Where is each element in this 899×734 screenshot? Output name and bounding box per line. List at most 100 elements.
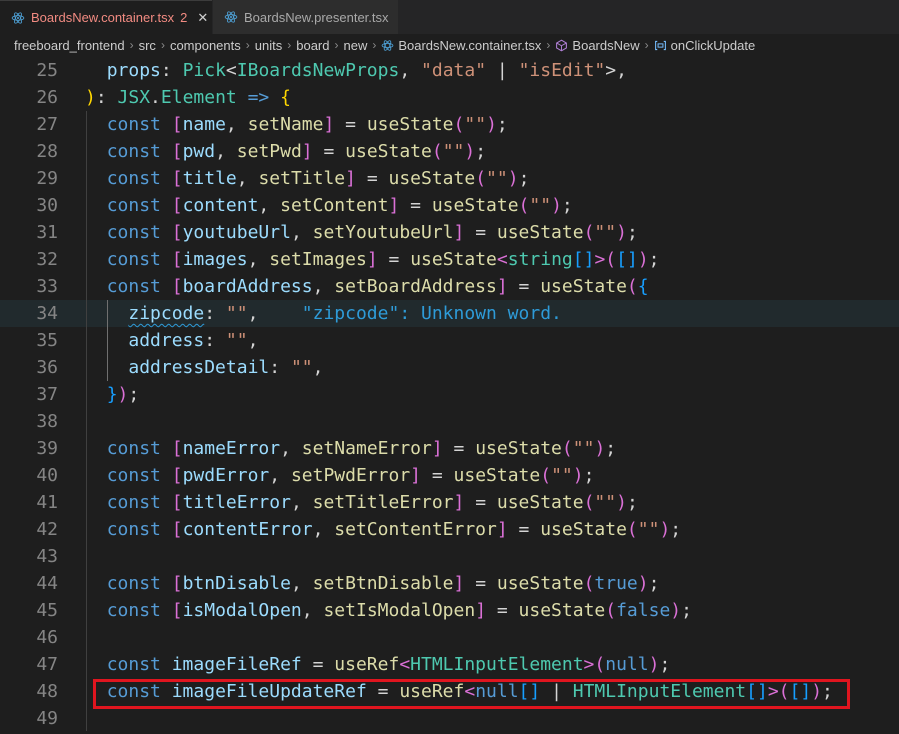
code-line[interactable]: 41 const [titleError, setTitleError] = u…	[0, 489, 899, 516]
code-text: const [isModalOpen, setIsModalOpen] = us…	[106, 600, 692, 621]
line-number: 27	[36, 114, 58, 135]
line-number: 26	[36, 87, 58, 108]
code-line[interactable]: 26 ): JSX.Element => {	[0, 84, 899, 111]
breadcrumb-item-component[interactable]: BoardsNew	[572, 38, 639, 53]
line-number: 25	[36, 60, 58, 81]
code-text: const [youtubeUrl, setYoutubeUrl] = useS…	[106, 222, 638, 243]
code-line[interactable]: 49	[0, 705, 899, 732]
code-line[interactable]: 30 const [content, setContent] = useStat…	[0, 192, 899, 219]
line-number: 47	[36, 654, 58, 675]
line-number: 34	[36, 303, 58, 324]
breadcrumb-item[interactable]: new	[343, 38, 367, 53]
breadcrumb-item[interactable]: freeboard_frontend	[14, 38, 125, 53]
line-number: 43	[36, 546, 58, 567]
line-number: 31	[36, 222, 58, 243]
chevron-right-icon: ›	[129, 38, 134, 52]
code-line[interactable]: 27 const [name, setName] = useState("");	[0, 111, 899, 138]
breadcrumb-item[interactable]: board	[296, 38, 329, 53]
code-text: });	[106, 384, 140, 405]
chevron-right-icon: ›	[546, 38, 551, 52]
code-line[interactable]: 47 const imageFileRef = useRef<HTMLInput…	[0, 651, 899, 678]
code-line[interactable]: 33 const [boardAddress, setBoardAddress]…	[0, 273, 899, 300]
code-line[interactable]: 46	[0, 624, 899, 651]
code-line[interactable]: 25 props: Pick<IBoardsNewProps, "data" |…	[0, 57, 899, 84]
tab-boardsnew-presenter[interactable]: BoardsNew.presenter.tsx	[213, 0, 398, 34]
code-line[interactable]: 35 address: "",	[0, 327, 899, 354]
tab-boardsnew-container[interactable]: BoardsNew.container.tsx 2 ✕	[0, 0, 212, 34]
code-line[interactable]: 32 const [images, setImages] = useState<…	[0, 246, 899, 273]
code-line[interactable]: 37 });	[0, 381, 899, 408]
code-text: const [contentError, setContentError] = …	[106, 519, 682, 540]
line-number: 33	[36, 276, 58, 297]
code-text: props: Pick<IBoardsNewProps, "data" | "i…	[106, 60, 627, 81]
line-number: 28	[36, 141, 58, 162]
code-text: const imageFileRef = useRef<HTMLInputEle…	[106, 654, 671, 675]
line-number: 37	[36, 384, 58, 405]
line-number: 46	[36, 627, 58, 648]
react-icon	[224, 11, 238, 23]
code-line[interactable]: 43	[0, 543, 899, 570]
code-line[interactable]: 28 const [pwd, setPwd] = useState("");	[0, 138, 899, 165]
line-number: 36	[36, 357, 58, 378]
code-line[interactable]: 31 const [youtubeUrl, setYoutubeUrl] = u…	[0, 219, 899, 246]
breadcrumb-item-file[interactable]: BoardsNew.container.tsx	[398, 38, 541, 53]
react-icon	[382, 39, 394, 51]
breadcrumb: freeboard_frontend › src › components › …	[0, 34, 899, 56]
line-number: 30	[36, 195, 58, 216]
tab-label: BoardsNew.container.tsx	[31, 10, 175, 25]
code-text: addressDetail: "",	[128, 357, 324, 378]
code-line[interactable]: 42 const [contentError, setContentError]…	[0, 516, 899, 543]
code-line[interactable]: 44 const [btnDisable, setBtnDisable] = u…	[0, 570, 899, 597]
code-text: ): JSX.Element => {	[85, 87, 291, 108]
breadcrumb-item[interactable]: components	[170, 38, 241, 53]
tab-label: BoardsNew.presenter.tsx	[244, 9, 389, 25]
line-number: 32	[36, 249, 58, 270]
chevron-right-icon: ›	[245, 38, 250, 52]
symbol-function-icon	[556, 39, 568, 51]
code-editor[interactable]: 25 props: Pick<IBoardsNewProps, "data" |…	[0, 57, 899, 734]
inline-diagnostic: "zipcode": Unknown word.	[301, 303, 562, 324]
chevron-right-icon: ›	[287, 38, 292, 52]
line-number: 42	[36, 519, 58, 540]
code-text: const [images, setImages] = useState<str…	[106, 249, 660, 270]
line-number: 40	[36, 465, 58, 486]
code-text: const [btnDisable, setBtnDisable] = useS…	[106, 573, 660, 594]
code-line[interactable]: 29 const [title, setTitle] = useState(""…	[0, 165, 899, 192]
code-text: const [nameError, setNameError] = useSta…	[106, 438, 617, 459]
editor-tab-bar: BoardsNew.container.tsx 2 ✕ BoardsNew.pr…	[0, 0, 899, 35]
breadcrumb-item-symbol[interactable]: onClickUpdate	[671, 38, 756, 53]
symbol-variable-icon	[654, 40, 666, 50]
code-text: const [titleError, setTitleError] = useS…	[106, 492, 638, 513]
code-line[interactable]: 39 const [nameError, setNameError] = use…	[0, 435, 899, 462]
code-line[interactable]: 40 const [pwdError, setPwdError] = useSt…	[0, 462, 899, 489]
line-number: 29	[36, 168, 58, 189]
code-text: zipcode: "", "zipcode": Unknown word.	[128, 303, 562, 324]
code-line[interactable]: 36 addressDetail: "",	[0, 354, 899, 381]
line-number: 39	[36, 438, 58, 459]
line-number: 48	[36, 681, 58, 702]
breadcrumb-item[interactable]: units	[255, 38, 282, 53]
code-line[interactable]: 45 const [isModalOpen, setIsModalOpen] =…	[0, 597, 899, 624]
line-number: 41	[36, 492, 58, 513]
code-text: address: "",	[128, 330, 259, 351]
code-line[interactable]: 38	[0, 408, 899, 435]
chevron-right-icon: ›	[372, 38, 377, 52]
code-text: const [title, setTitle] = useState("");	[106, 168, 530, 189]
indent-guide-active	[107, 300, 108, 381]
code-text: const [boardAddress, setBoardAddress] = …	[106, 276, 649, 297]
close-icon[interactable]: ✕	[197, 10, 208, 26]
annotation-highlight-box	[93, 679, 850, 709]
react-icon	[11, 11, 25, 24]
problems-count-badge: 2	[180, 10, 188, 25]
code-text: const [content, setContent] = useState("…	[106, 195, 573, 216]
line-number: 44	[36, 573, 58, 594]
line-number: 49	[36, 708, 58, 729]
code-text: const [pwd, setPwd] = useState("");	[106, 141, 487, 162]
line-number: 38	[36, 411, 58, 432]
code-text: const [name, setName] = useState("");	[106, 114, 508, 135]
chevron-right-icon: ›	[334, 38, 339, 52]
code-line-current[interactable]: 34 zipcode: "", "zipcode": Unknown word.	[0, 300, 899, 327]
breadcrumb-item[interactable]: src	[139, 38, 156, 53]
line-number: 45	[36, 600, 58, 621]
indent-guide	[86, 111, 87, 731]
